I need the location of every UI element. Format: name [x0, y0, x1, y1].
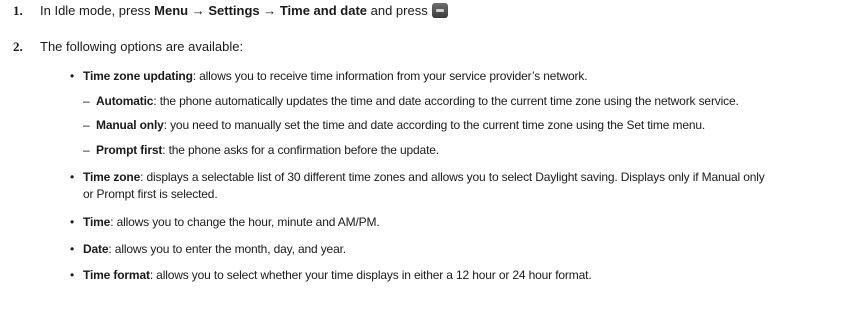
ok-key-icon — [431, 3, 448, 18]
option-time-zone-updating: Time zone updating: allows you to receiv… — [83, 69, 588, 83]
option-term: Time zone — [83, 170, 141, 184]
option-term: Date — [83, 242, 109, 256]
sub-option-prompt-first: Prompt first: the phone asks for a confi… — [96, 143, 439, 157]
option-term: Time zone updating — [83, 69, 193, 83]
option-time: Time: allows you to change the hour, min… — [83, 215, 380, 229]
option-desc: : allows you to enter the month, day, an… — [108, 242, 346, 256]
sub-option-desc: : the phone asks for a confirmation befo… — [162, 143, 439, 157]
sub-option-term: Prompt first — [96, 143, 163, 157]
sub-option-term: Automatic — [96, 94, 154, 108]
option-time-format: Time format: allows you to select whethe… — [83, 268, 592, 282]
menu-path: Menu → Settings → Time and date — [154, 3, 368, 18]
sub-option-manual-only: Manual only: you need to manually set th… — [96, 118, 705, 132]
option-desc: : allows you to change the hour, minute … — [110, 215, 380, 229]
bullet-icon: • — [70, 242, 75, 256]
step-number: 2. — [13, 39, 23, 54]
option-term: Time — [83, 215, 111, 229]
sub-option-desc: : you need to manually set the time and … — [163, 118, 706, 132]
option-desc: : allows you to receive time information… — [192, 69, 588, 83]
option-time-zone-cont: or Prompt first is selected. — [83, 187, 218, 201]
step-1-post: and press — [367, 3, 428, 18]
option-date: Date: allows you to enter the month, day… — [83, 242, 346, 256]
option-desc: : allows you to select whether your time… — [149, 268, 592, 282]
dash-icon: – — [83, 94, 90, 108]
sub-option-automatic: Automatic: the phone automatically updat… — [96, 94, 739, 108]
step-2-text: The following options are available: — [40, 39, 244, 54]
option-term: Time format — [83, 268, 150, 282]
bullet-icon: • — [70, 215, 75, 229]
bullet-icon: • — [70, 268, 75, 282]
bullet-icon: • — [70, 170, 75, 184]
sub-option-term: Manual only — [96, 118, 164, 132]
sub-option-desc: : the phone automatically updates the ti… — [153, 94, 739, 108]
bullet-icon: • — [70, 69, 75, 83]
step-number: 1. — [13, 3, 23, 18]
step-1-pre: In Idle mode, press — [40, 3, 155, 18]
dash-icon: – — [83, 143, 90, 157]
step-1-text: In Idle mode, press Menu → Settings → Ti… — [40, 3, 448, 18]
option-time-zone: Time zone: displays a selectable list of… — [83, 170, 765, 184]
option-desc: : displays a selectable list of 30 diffe… — [140, 170, 765, 184]
dash-icon: – — [83, 118, 90, 132]
